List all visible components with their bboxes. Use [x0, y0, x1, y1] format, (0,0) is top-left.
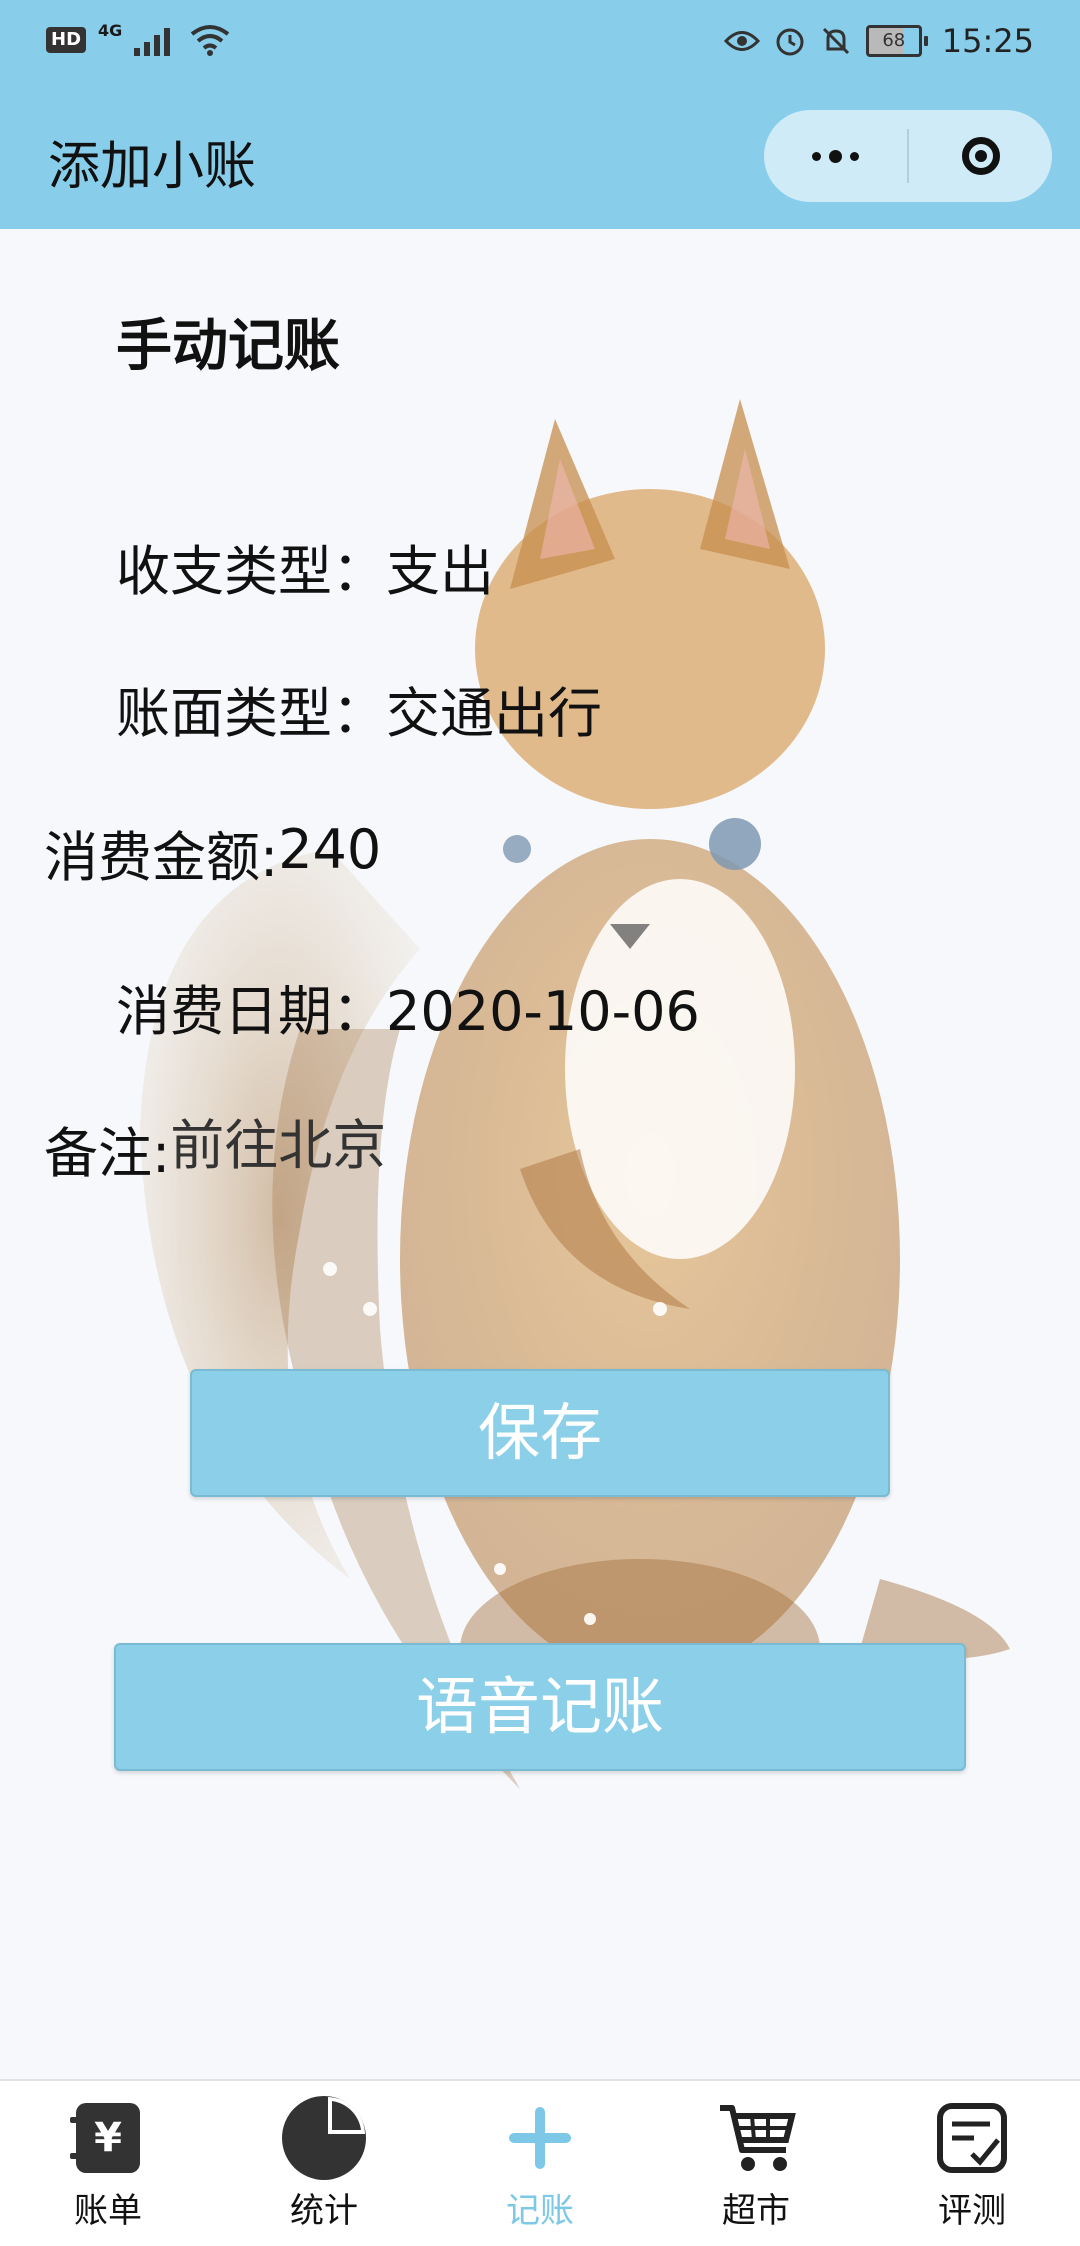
amount-row: 消费金额:240 [44, 813, 381, 892]
category-label: 账面类型： [116, 682, 386, 745]
mute-bell-icon [822, 27, 849, 55]
network-type: 4G [98, 20, 123, 40]
date-value[interactable]: 2020-10-06 [386, 980, 700, 1043]
signal-icon [134, 28, 171, 56]
tab-review[interactable]: 评测 [864, 2081, 1080, 2246]
date-row[interactable]: 消费日期：2020-10-06 [116, 967, 700, 1046]
income-type-label: 收支类型： [116, 540, 386, 603]
checklist-icon [929, 2095, 1015, 2181]
target-close-icon [961, 137, 1000, 175]
bill-icon: ¥ [65, 2095, 151, 2181]
tab-label: 统计 [290, 2191, 358, 2231]
status-left: HD 4G [46, 20, 230, 56]
category-row[interactable]: 账面类型：交通出行 [116, 669, 602, 748]
note-input[interactable]: 前往北京 [170, 1114, 386, 1177]
alarm-icon [776, 28, 804, 56]
note-label: 备注: [44, 1122, 171, 1185]
amount-input[interactable]: 240 [278, 818, 381, 881]
tab-record[interactable]: 记账 [432, 2081, 648, 2246]
clock: 15:25 [941, 22, 1034, 60]
income-type-value[interactable]: 支出 [386, 540, 494, 603]
tab-bill[interactable]: ¥ 账单 [0, 2081, 216, 2246]
page-title: 添加小账 [48, 137, 257, 197]
amount-label: 消费金额: [44, 826, 279, 889]
manual-entry-form: 手动记账 收支类型：支出 账面类型：交通出行 消费金额:240 消费日期：202… [0, 229, 1080, 2079]
battery-level: 68 [865, 25, 922, 57]
status-right: 68 15:25 [723, 22, 1034, 60]
close-button[interactable] [909, 110, 1052, 202]
note-row: 备注:前往北京 [44, 1109, 386, 1188]
category-value[interactable]: 交通出行 [386, 682, 602, 745]
voice-entry-button[interactable]: 语音记账 [114, 1643, 966, 1771]
income-type-row[interactable]: 收支类型：支出 [116, 527, 494, 606]
section-title: 手动记账 [116, 314, 340, 379]
tab-label: 记账 [506, 2191, 574, 2231]
eye-icon [723, 31, 760, 51]
hd-badge: HD [46, 27, 87, 53]
tab-supermarket[interactable]: 超市 [648, 2081, 864, 2246]
more-dots-icon [812, 151, 821, 161]
wifi-icon [191, 25, 230, 56]
tab-statistics[interactable]: 统计 [216, 2081, 432, 2246]
tab-label: 评测 [938, 2191, 1006, 2231]
cart-icon [713, 2095, 799, 2181]
tab-label: 账单 [74, 2191, 142, 2231]
battery-icon: 68 [865, 25, 928, 57]
navigation-bar: 添加小账 [0, 84, 1080, 229]
tab-label: 超市 [722, 2191, 790, 2231]
plus-icon [497, 2095, 583, 2181]
status-bar: HD 4G 68 15:25 [0, 0, 1080, 84]
miniprogram-capsule [764, 110, 1052, 202]
save-button[interactable]: 保存 [190, 1369, 890, 1497]
tab-bar: ¥ 账单 统计 记账 超市 评测 [0, 2079, 1080, 2246]
more-button[interactable] [764, 110, 907, 202]
pie-chart-icon [281, 2095, 367, 2181]
date-label: 消费日期： [116, 980, 386, 1043]
